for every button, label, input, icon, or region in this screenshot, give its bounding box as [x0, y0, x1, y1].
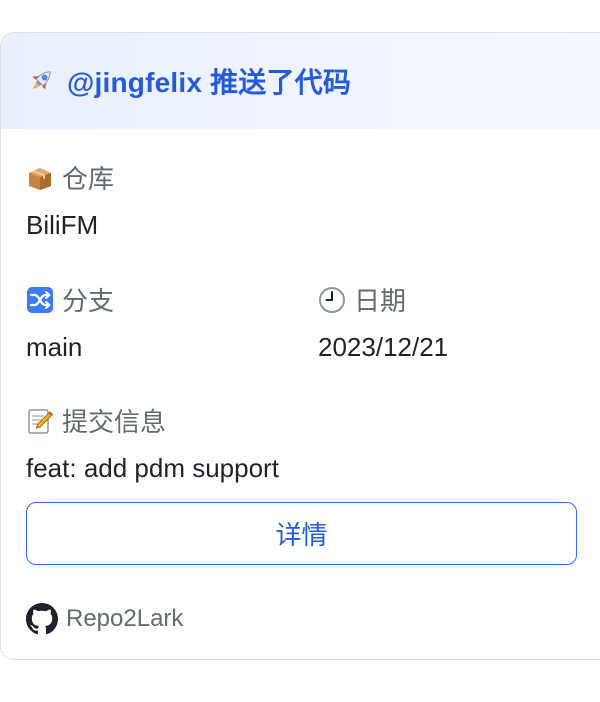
rocket-icon — [32, 71, 51, 90]
footer-text: Repo2Lark — [66, 605, 184, 632]
branch-value: main — [26, 332, 83, 362]
repo-value: BiliFM — [26, 210, 99, 240]
footer: Repo2Lark — [26, 603, 183, 635]
commit-label-row: 提交信息 — [26, 402, 279, 439]
notification-card: @jingfelix 推送了代码 仓库 BiliFM 分支 main 日期 20… — [0, 32, 600, 660]
card-header: @jingfelix 推送了代码 — [1, 33, 600, 129]
package-icon — [29, 167, 51, 190]
date-value: 2023/12/21 — [318, 332, 449, 362]
commit-label: 提交信息 — [62, 407, 167, 437]
commit-value: feat: add pdm support — [26, 453, 279, 483]
repo-label: 仓库 — [62, 164, 115, 194]
details-button[interactable]: 详情 — [26, 502, 577, 565]
commit-field: 提交信息 feat: add pdm support — [26, 402, 279, 484]
github-icon — [26, 603, 58, 635]
branch-label: 分支 — [62, 286, 115, 316]
date-label-row: 日期 — [318, 281, 448, 318]
date-field: 日期 2023/12/21 — [318, 281, 448, 363]
clock-icon — [319, 286, 345, 313]
branch-label-row: 分支 — [26, 281, 114, 318]
branch-field: 分支 main — [26, 281, 114, 363]
memo-icon — [28, 408, 54, 434]
card-title: @jingfelix 推送了代码 — [67, 67, 352, 98]
shuffle-icon — [27, 286, 53, 313]
date-label: 日期 — [354, 286, 407, 316]
repo-label-row: 仓库 — [26, 159, 114, 196]
repo-field: 仓库 BiliFM — [26, 159, 114, 241]
